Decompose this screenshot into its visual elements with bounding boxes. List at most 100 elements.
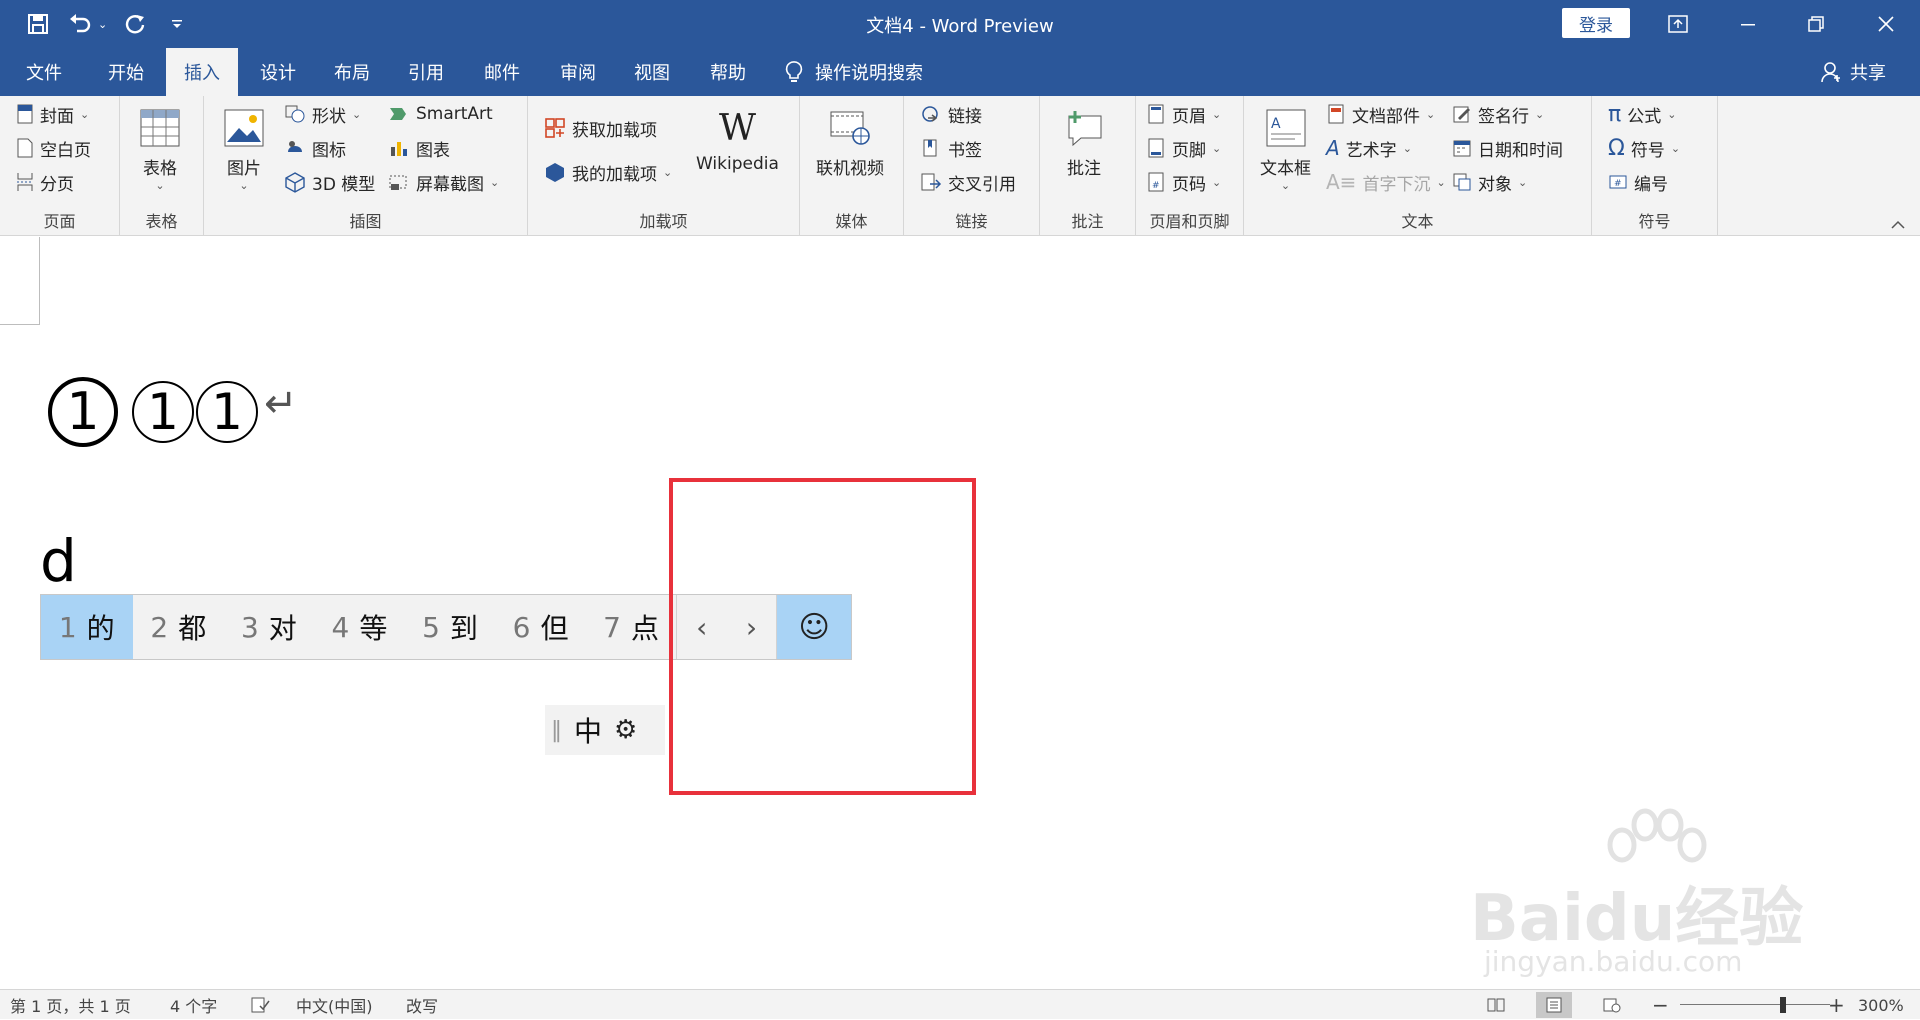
tab-references[interactable]: 引用: [392, 48, 460, 96]
quick-parts-button[interactable]: 文档部件 ⌄: [1326, 100, 1435, 128]
tab-help[interactable]: 帮助: [694, 48, 762, 96]
drop-cap-button[interactable]: A≡ 首字下沉 ⌄: [1326, 168, 1446, 196]
date-time-button[interactable]: 日期和时间: [1452, 134, 1563, 162]
proofing-icon[interactable]: [250, 990, 270, 1020]
close-icon[interactable]: [1856, 0, 1916, 48]
tab-insert[interactable]: 插入: [166, 48, 238, 96]
zoom-out-icon[interactable]: −: [1652, 990, 1669, 1020]
store-icon: [545, 118, 565, 138]
header-button[interactable]: 页眉 ⌄: [1146, 100, 1221, 128]
collapse-ribbon-icon[interactable]: [1890, 218, 1906, 234]
ime-drag-handle[interactable]: ‖: [551, 718, 562, 743]
circled-number-1: 1: [48, 377, 118, 447]
group-pages-label: 页面: [43, 212, 76, 231]
object-button[interactable]: 对象 ⌄: [1452, 168, 1527, 196]
minimize-icon[interactable]: [1718, 0, 1778, 48]
chevron-down-icon: ⌄: [80, 107, 90, 121]
chevron-down-icon: ⌄: [352, 107, 362, 121]
drop-cap-label: 首字下沉: [1362, 174, 1431, 195]
tab-home[interactable]: 开始: [90, 48, 162, 96]
chevron-down-icon: ⌄: [1402, 141, 1412, 155]
zoom-slider-handle[interactable]: [1780, 997, 1786, 1013]
my-addins-button[interactable]: 我的加载项 ⌄: [544, 158, 672, 186]
group-text-label: 文本: [1401, 212, 1434, 231]
shapes-button[interactable]: 形状 ⌄: [284, 100, 361, 128]
bookmark-button[interactable]: 书签: [920, 134, 982, 162]
candidate-text: 点: [631, 612, 660, 645]
tab-layout[interactable]: 布局: [318, 48, 386, 96]
print-layout-icon[interactable]: [1536, 992, 1572, 1018]
wordart-button[interactable]: A 艺术字 ⌄: [1326, 134, 1412, 162]
word-count[interactable]: 4 个字: [170, 990, 217, 1020]
online-video-label: 联机视频: [816, 159, 884, 179]
zoom-in-icon[interactable]: +: [1828, 990, 1845, 1020]
zoom-level[interactable]: 300%: [1858, 990, 1904, 1020]
ime-candidate-4[interactable]: 4等: [314, 595, 406, 659]
new-comment-button[interactable]: 批注: [1062, 106, 1106, 179]
cover-page-button[interactable]: 封面 ⌄: [16, 100, 89, 128]
symbol-button[interactable]: Ω 符号 ⌄: [1608, 134, 1680, 162]
text-box-label: 文本框: [1260, 159, 1311, 179]
equation-button[interactable]: π 公式 ⌄: [1608, 100, 1676, 128]
gear-icon[interactable]: ⚙: [614, 715, 637, 745]
link-button[interactable]: 链接: [920, 100, 982, 128]
vertical-scrollbar[interactable]: [1900, 237, 1920, 989]
online-video-button[interactable]: 联机视频: [816, 106, 884, 179]
tab-view[interactable]: 视图: [618, 48, 686, 96]
omega-icon: Ω: [1608, 135, 1625, 161]
group-links-label: 链接: [955, 212, 988, 231]
group-header-footer: 页眉 ⌄ 页脚 ⌄ # 页码 ⌄ 页眉和页脚: [1136, 96, 1244, 236]
symbol-label: 符号: [1630, 140, 1665, 161]
table-button[interactable]: 表格 ⌄: [138, 106, 182, 192]
new-comment-label: 批注: [1067, 159, 1101, 179]
3d-model-button[interactable]: 3D 模型: [284, 168, 375, 196]
page-break-button[interactable]: 分页: [16, 168, 74, 196]
ime-candidate-5[interactable]: 5到: [405, 595, 495, 659]
chart-button[interactable]: 图表: [388, 134, 450, 162]
footer-icon: [1148, 138, 1164, 158]
picture-label: 图片: [227, 159, 261, 179]
read-mode-icon[interactable]: [1478, 992, 1514, 1018]
page-count[interactable]: 第 1 页，共 1 页: [10, 990, 131, 1020]
icons-insert-icon: [288, 141, 302, 152]
get-addins-button[interactable]: 获取加载项: [544, 114, 657, 142]
text-box-button[interactable]: A 文本框 ⌄: [1260, 106, 1311, 192]
zoom-slider-track[interactable]: [1680, 1004, 1830, 1005]
wikipedia-button[interactable]: W Wikipedia: [696, 106, 779, 175]
ime-candidate-3[interactable]: 3对: [224, 595, 314, 659]
picture-button[interactable]: 图片 ⌄: [222, 106, 266, 192]
screenshot-button[interactable]: 屏幕截图 ⌄: [388, 168, 499, 196]
ime-candidate-6[interactable]: 6但: [495, 595, 587, 659]
smartart-button[interactable]: SmartArt: [388, 100, 493, 128]
share-button[interactable]: 共享: [1820, 48, 1886, 96]
cross-reference-button[interactable]: 交叉引用: [920, 168, 1016, 196]
tab-design[interactable]: 设计: [242, 48, 314, 96]
comment-icon: [1062, 106, 1106, 150]
ime-candidate-1[interactable]: 1的: [41, 595, 133, 659]
ribbon-display-icon[interactable]: [1648, 0, 1708, 48]
number-button[interactable]: # 编号: [1608, 168, 1668, 196]
login-button[interactable]: 登录: [1562, 8, 1630, 38]
chevron-down-icon: ⌄: [155, 179, 165, 192]
page-number-button[interactable]: # 页码 ⌄: [1146, 168, 1221, 196]
overtype-mode[interactable]: 改写: [406, 990, 438, 1020]
tab-mailings[interactable]: 邮件: [468, 48, 536, 96]
language-indicator[interactable]: 中文(中国): [296, 990, 373, 1020]
ime-candidate-7[interactable]: 7点: [586, 595, 676, 659]
signature-line-button[interactable]: 签名行 ⌄: [1452, 100, 1544, 128]
blank-page-button[interactable]: 空白页: [16, 134, 91, 162]
icons-button[interactable]: 图标: [284, 134, 346, 162]
candidate-index: 4: [331, 610, 350, 644]
tab-review[interactable]: 审阅: [544, 48, 612, 96]
baidu-watermark: Baidu经验 jingyan.baidu.com: [1470, 807, 1830, 997]
document-canvas[interactable]: 1 1 1 ↵ d 1的 2都 3对 4等 5到 6但 7点 ‹ › ☺ ‖ 中…: [0, 237, 1920, 989]
chevron-down-icon: ⌄: [490, 175, 500, 189]
ime-candidate-2[interactable]: 2都: [133, 595, 225, 659]
tell-me-search[interactable]: 操作说明搜索: [785, 48, 923, 96]
ime-mode-toggle[interactable]: 中: [574, 710, 602, 750]
tab-file[interactable]: 文件: [10, 48, 78, 96]
restore-icon[interactable]: [1786, 0, 1846, 48]
group-comments: 批注 批注: [1040, 96, 1136, 236]
web-layout-icon[interactable]: [1594, 992, 1630, 1018]
footer-button[interactable]: 页脚 ⌄: [1146, 134, 1221, 162]
